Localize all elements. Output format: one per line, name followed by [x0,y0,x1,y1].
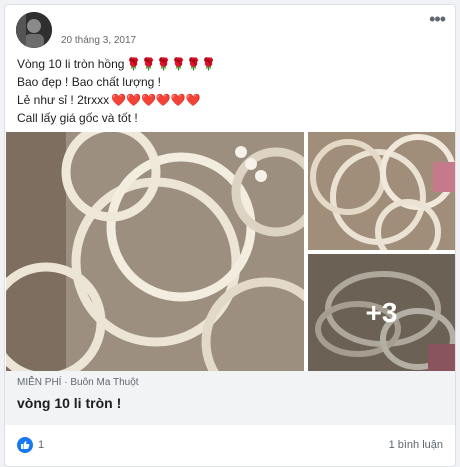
more-photos-overlay[interactable]: +3 [308,254,455,371]
avatar[interactable] [16,12,52,48]
separator-dot: · [64,377,68,388]
post-date[interactable]: 20 tháng 3, 2017 [61,35,136,46]
post-card: 20 tháng 3, 2017 ••• Vòng 10 li tròn hồn… [4,4,456,467]
post-line-text: Lẻ như sỉ ! 2trxxx [17,93,110,107]
comment-count[interactable]: 1 bình luận [389,439,443,451]
photo-main[interactable] [6,132,304,371]
post-line: Lẻ như sỉ ! 2trxxx ❤️❤️❤️❤️❤️❤️ [17,91,216,109]
post-text: Vòng 10 li tròn hồng 🌹🌹🌹🌹🌹🌹 Bao đẹp ! Bao… [17,55,216,127]
listing-price-location: MIỄN PHÍ · Buôn Ma Thuột [17,377,139,388]
photo-grid: +3 [6,132,455,371]
post-line-text: Bao đẹp ! Bao chất lượng ! [17,75,161,89]
like-reaction-icon[interactable] [17,437,33,453]
rose-emoji: 🌹🌹🌹🌹🌹🌹 [126,57,217,71]
more-options-icon[interactable]: ••• [429,9,446,30]
photo-2[interactable] [308,132,455,250]
listing-price: MIỄN PHÍ [17,377,62,388]
listing-location: Buôn Ma Thuột [70,377,139,388]
heart-emoji: ❤️❤️❤️❤️❤️❤️ [111,93,201,107]
like-count[interactable]: 1 [38,439,44,451]
listing-title[interactable]: vòng 10 li tròn ! [17,395,121,411]
post-line-text: Vòng 10 li tròn hồng [17,57,125,71]
post-line: Vòng 10 li tròn hồng 🌹🌹🌹🌹🌹🌹 [17,55,216,73]
post-line: Bao đẹp ! Bao chất lượng ! [17,73,216,91]
post-line-text: Call lấy giá gốc và tốt ! [17,111,138,125]
photo-3[interactable]: +3 [308,254,455,371]
post-line: Call lấy giá gốc và tốt ! [17,109,216,127]
